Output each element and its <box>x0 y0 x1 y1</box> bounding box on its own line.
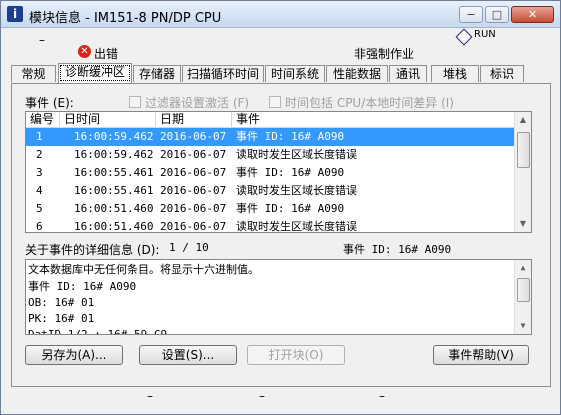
footer-dash: – <box>259 389 265 403</box>
scroll-down-icon[interactable]: ▼ <box>515 318 531 334</box>
event-cell-event: 读取时发生区域长度错误 <box>236 220 357 233</box>
event-help-button[interactable]: 事件帮助(V) <box>433 345 529 365</box>
details-line: 文本数据库中无任何条目。将显示十六进制值。 <box>28 263 259 276</box>
title-bar[interactable]: i 模块信息 - IM151-8 PN/DP CPU − □ ✕ <box>1 1 560 28</box>
tab-stacks[interactable]: 堆栈 <box>431 65 479 82</box>
column-header-event[interactable]: 事件 <box>232 112 514 127</box>
open-block-button[interactable]: 打开块(O) <box>247 345 345 365</box>
event-row[interactable]: 1 16:00:59.462 2016-06-07 事件 ID: 16# A090 <box>26 128 514 146</box>
event-cell-no: 2 <box>36 148 43 161</box>
details-label: 关于事件的详细信息 (D): <box>25 243 160 257</box>
event-cell-no: 5 <box>36 202 43 215</box>
event-cell-event: 事件 ID: 16# A090 <box>236 166 345 179</box>
scroll-thumb[interactable] <box>517 132 530 168</box>
event-cell-time: 16:00:55.461 <box>74 166 154 179</box>
time-offset-checkbox-label: 时间包括 CPU/本地时间差异 (I) <box>285 96 454 110</box>
events-list[interactable]: 编号 日时间 日期 事件 1 16:00:59.462 2016-06-07 事件 I… <box>25 111 532 233</box>
scroll-down-icon[interactable]: ▼ <box>515 216 531 232</box>
event-cell-time: 16:00:59.462 <box>74 148 154 161</box>
time-offset-checkbox[interactable]: 时间包括 CPU/本地时间差异 (I) <box>269 94 454 111</box>
events-list-scrollbar[interactable]: ▲ ▼ <box>514 112 531 232</box>
event-row[interactable]: 4 16:00:55.461 2016-06-07 读取时发生区域长度错误 <box>26 182 514 200</box>
details-scrollbar[interactable]: ▲ ▼ <box>514 260 531 334</box>
run-state-icon <box>455 28 473 46</box>
tab-diagnostic-buffer[interactable]: 诊断缓冲区 <box>58 63 132 83</box>
time-offset-checkbox-box[interactable] <box>269 96 281 108</box>
event-cell-event: 事件 ID: 16# A090 <box>236 202 345 215</box>
footer-dash: – <box>379 389 385 403</box>
event-row[interactable]: 5 16:00:51.460 2016-06-07 事件 ID: 16# A090 <box>26 200 514 218</box>
event-row[interactable]: 6 16:00:51.460 2016-06-07 读取时发生区域长度错误 <box>26 218 514 233</box>
event-cell-no: 4 <box>36 184 43 197</box>
info-icon: i <box>7 6 23 22</box>
tab-time-system[interactable]: 时间系统 <box>265 65 325 82</box>
details-event-id: 事件 ID: 16# A090 <box>343 243 452 256</box>
status-dash: – <box>39 33 45 47</box>
details-line: OB: 16# 01 <box>28 296 95 309</box>
event-row[interactable]: 2 16:00:59.462 2016-06-07 读取时发生区域长度错误 <box>26 146 514 164</box>
column-header-date[interactable]: 日期 <box>156 112 232 127</box>
event-cell-no: 6 <box>36 220 43 233</box>
tab-memory[interactable]: 存储器 <box>133 65 181 82</box>
tab-performance-data[interactable]: 性能数据 <box>326 65 388 82</box>
event-cell-time: 16:00:59.462 <box>74 130 154 143</box>
minimize-button[interactable]: − <box>459 6 483 23</box>
footer-dash: – <box>147 389 153 403</box>
tab-scan-cycle-time[interactable]: 扫描循环时间 <box>182 65 264 82</box>
error-icon: ✕ <box>78 45 91 58</box>
scroll-up-icon[interactable]: ▲ <box>515 112 531 128</box>
maximize-button[interactable]: □ <box>485 6 509 23</box>
event-cell-time: 16:00:55.461 <box>74 184 154 197</box>
close-button[interactable]: ✕ <box>511 6 554 23</box>
tab-identification[interactable]: 标识 <box>480 65 524 82</box>
event-cell-date: 2016-06-07 <box>160 148 227 161</box>
event-cell-date: 2016-06-07 <box>160 202 227 215</box>
scroll-up-icon[interactable]: ▲ <box>515 260 531 276</box>
details-line: DatID 1/2 : 16# 59 C9 <box>28 328 168 335</box>
tab-communication[interactable]: 通讯 <box>389 65 427 82</box>
events-label: 事件 (E): <box>25 96 74 110</box>
event-cell-date: 2016-06-07 <box>160 220 227 233</box>
details-line: PK: 16# 01 <box>28 312 95 325</box>
event-cell-date: 2016-06-07 <box>160 130 227 143</box>
module-info-window: i 模块信息 - IM151-8 PN/DP CPU − □ ✕ – ✕ 出错 … <box>0 0 561 415</box>
event-cell-event: 读取时发生区域长度错误 <box>236 184 357 197</box>
filter-checkbox-box[interactable] <box>129 96 141 108</box>
window-title: 模块信息 - IM151-8 PN/DP CPU <box>29 11 222 26</box>
event-cell-time: 16:00:51.460 <box>74 220 154 233</box>
filter-checkbox-label: 过滤器设置激活 (F) <box>145 96 250 110</box>
event-cell-date: 2016-06-07 <box>160 166 227 179</box>
event-cell-event: 读取时发生区域长度错误 <box>236 148 357 161</box>
event-details-box[interactable]: 文本数据库中无任何条目。将显示十六进制值。 事件 ID: 16# A090 OB… <box>25 259 532 335</box>
tab-general[interactable]: 常规 <box>11 65 56 82</box>
details-position: 1 / 10 <box>169 241 209 254</box>
operating-mode-label: 非强制作业 <box>354 47 415 61</box>
event-cell-time: 16:00:51.460 <box>74 202 154 215</box>
error-status-label: 出错 <box>94 47 119 61</box>
event-cell-no: 3 <box>36 166 43 179</box>
settings-button[interactable]: 设置(S)... <box>139 345 237 365</box>
events-list-header: 编号 日时间 日期 事件 <box>26 112 531 128</box>
column-header-time[interactable]: 日时间 <box>60 112 156 127</box>
filter-checkbox[interactable]: 过滤器设置激活 (F) <box>129 94 249 111</box>
details-line: 事件 ID: 16# A090 <box>28 280 137 293</box>
event-cell-event: 事件 ID: 16# A090 <box>236 130 345 143</box>
column-header-number[interactable]: 编号 <box>26 112 60 127</box>
run-label: RUN <box>474 29 496 40</box>
save-as-button[interactable]: 另存为(A)... <box>25 345 123 365</box>
event-cell-date: 2016-06-07 <box>160 184 227 197</box>
event-row[interactable]: 3 16:00:55.461 2016-06-07 事件 ID: 16# A090 <box>26 164 514 182</box>
event-cell-no: 1 <box>36 130 43 143</box>
scroll-thumb[interactable] <box>517 278 530 302</box>
